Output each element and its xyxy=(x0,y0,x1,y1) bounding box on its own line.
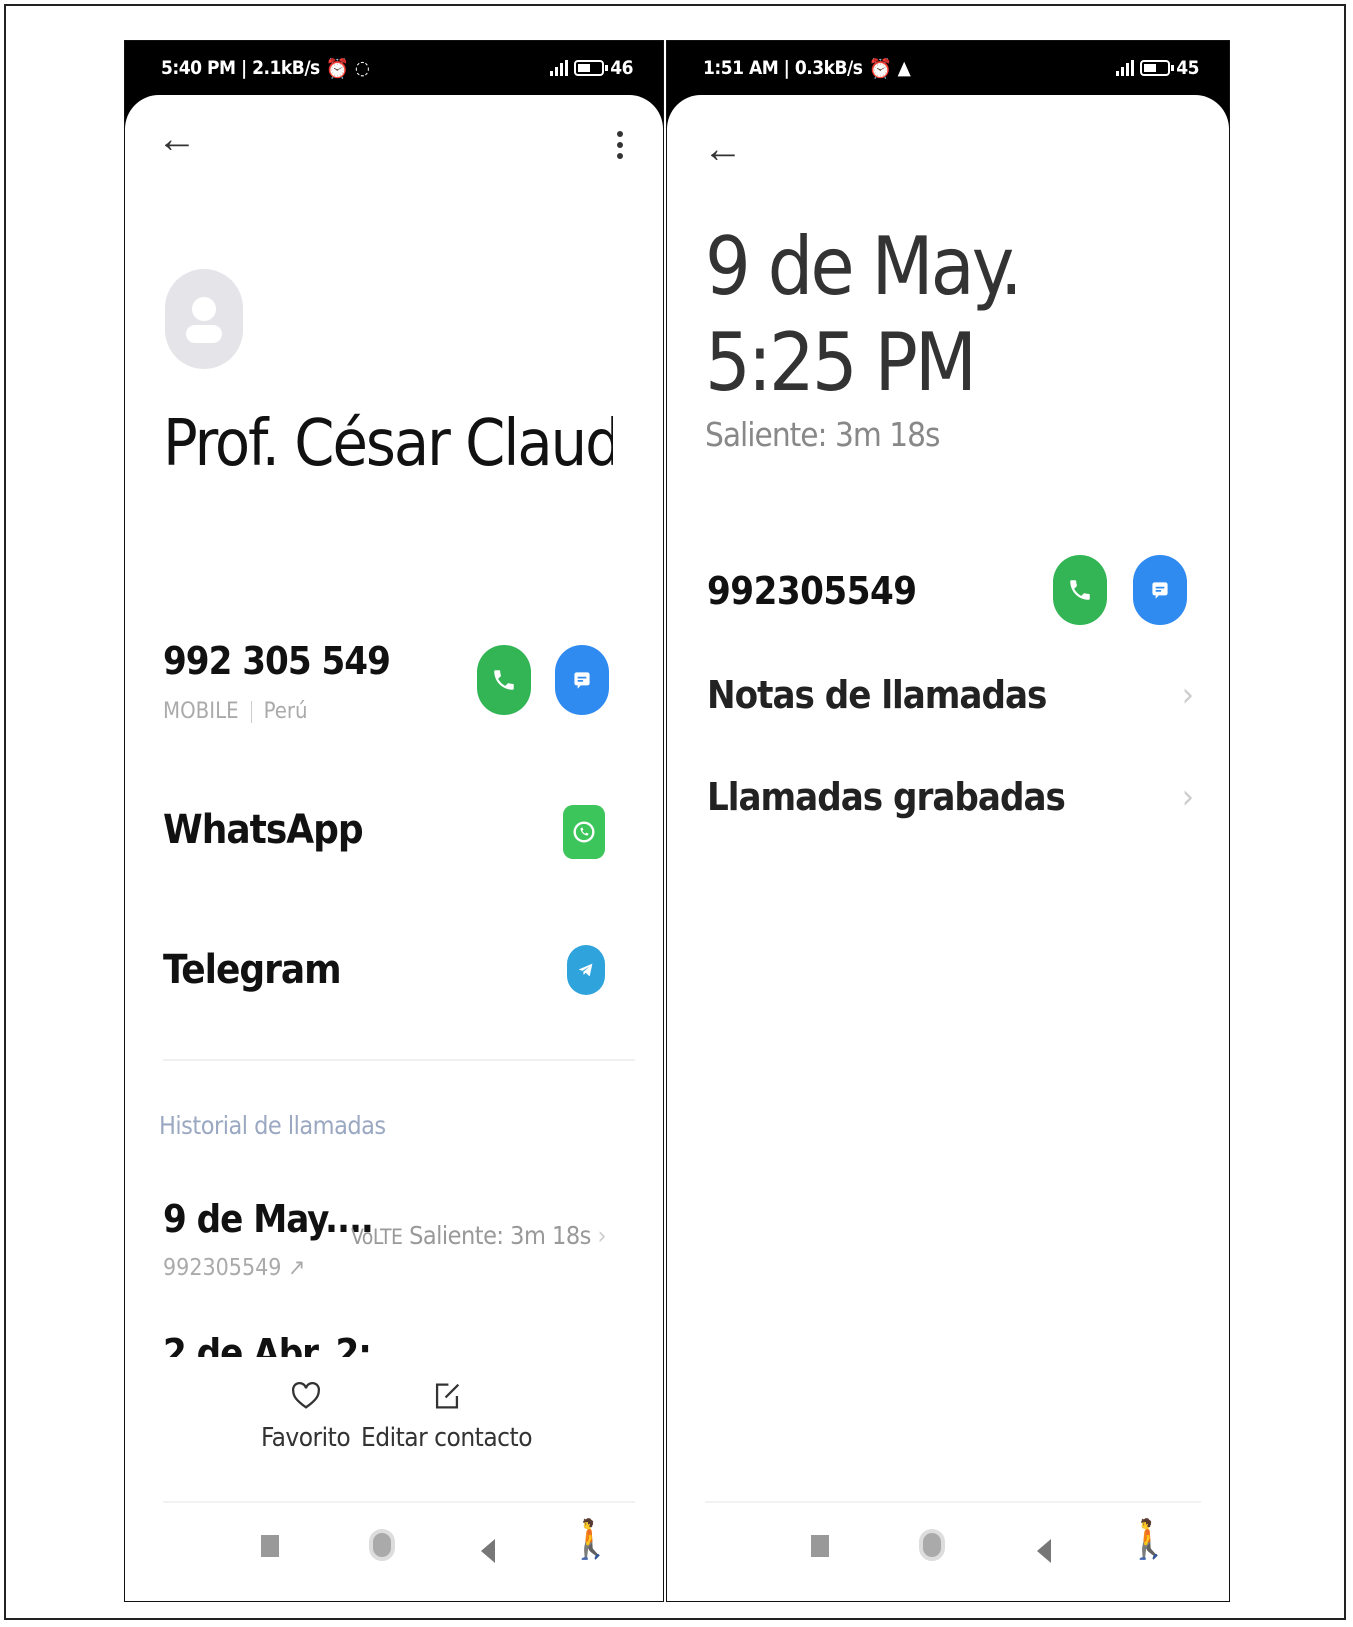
alarm-icon: ⏰ xyxy=(868,57,892,80)
edit-icon xyxy=(435,1383,459,1409)
nav-back-button[interactable] xyxy=(1037,1539,1051,1563)
message-button[interactable] xyxy=(555,645,609,715)
chevron-right-icon: › xyxy=(597,1221,607,1250)
notification-icon: ▲ xyxy=(897,57,911,79)
right-phone-screen: 1:51 AM | 0.3kB/s ⏰ ▲ 45 ← 9 de May. 5:2… xyxy=(666,40,1230,1602)
phone-region: Perú xyxy=(263,699,308,724)
back-button[interactable]: ← xyxy=(157,119,197,159)
phone-number[interactable]: 992 305 549 xyxy=(163,639,391,683)
favorite-label: Favorito xyxy=(261,1423,351,1453)
history-entry-date[interactable]: 9 de May.... xyxy=(163,1197,374,1241)
more-options-button[interactable] xyxy=(613,125,627,165)
home-button[interactable] xyxy=(369,1529,395,1561)
history-entry-date-partial[interactable]: 2 de Abr. 2: xyxy=(163,1331,371,1357)
heart-icon xyxy=(291,1381,320,1409)
accessibility-icon[interactable]: 🚶 xyxy=(567,1521,614,1559)
whatsapp-row-label[interactable]: WhatsApp xyxy=(163,807,364,853)
chevron-right-icon: › xyxy=(1181,777,1194,817)
message-icon xyxy=(574,672,590,689)
battery-icon xyxy=(1140,60,1175,76)
call-detail-screen: ← 9 de May. 5:25 PM Saliente: 3m 18s 992… xyxy=(667,95,1229,1601)
contact-name: Prof. César Claud xyxy=(163,407,613,481)
call-notes-row[interactable]: Notas de llamadas › xyxy=(707,673,1194,717)
message-icon xyxy=(1152,582,1168,599)
call-notes-label: Notas de llamadas xyxy=(707,673,1047,717)
nav-back-button[interactable] xyxy=(481,1539,495,1563)
navigation-bar: 🚶 xyxy=(667,1501,1229,1601)
contact-detail-screen: ← Prof. César Claud 992 305 549 MOBILE Pe… xyxy=(125,95,663,1601)
alarm-icon: ⏰ xyxy=(325,57,350,80)
recorded-calls-label: Llamadas grabadas xyxy=(707,775,1066,819)
status-bar: 1:51 AM | 0.3kB/s ⏰ ▲ 45 xyxy=(667,41,1229,95)
home-button[interactable] xyxy=(919,1529,945,1561)
signal-icon xyxy=(550,60,569,76)
call-type-duration: Saliente: 3m 18s xyxy=(705,415,940,454)
status-bar: 5:40 PM | 2.1kB/s ⏰ ◌ 46 xyxy=(125,41,663,95)
recents-button[interactable] xyxy=(261,1535,279,1557)
outgoing-arrow-icon: ↗ xyxy=(281,1255,306,1281)
whatsapp-icon[interactable] xyxy=(563,805,605,859)
chevron-right-icon: › xyxy=(1181,675,1194,715)
section-divider xyxy=(163,1059,635,1061)
favorite-button[interactable]: Favorito xyxy=(261,1379,351,1453)
phone-meta: MOBILE Perú xyxy=(163,699,308,724)
status-time: 5:40 PM | 2.1kB/s xyxy=(161,57,320,79)
volte-badge: VoLTE xyxy=(351,1225,403,1249)
left-phone-screen: 5:40 PM | 2.1kB/s ⏰ ◌ 46 ← Prof. César C… xyxy=(124,40,664,1602)
phone-icon xyxy=(494,670,514,690)
recorded-calls-row[interactable]: Llamadas grabadas › xyxy=(707,775,1194,819)
message-button[interactable] xyxy=(1133,555,1187,625)
history-entry-duration: Saliente: 3m 18s xyxy=(409,1221,591,1250)
battery-level: 46 xyxy=(610,57,633,79)
battery-level: 45 xyxy=(1176,57,1199,79)
whatsapp-notification-icon: ◌ xyxy=(354,57,370,79)
call-datetime: 9 de May. 5:25 PM xyxy=(705,220,1023,409)
phone-icon xyxy=(1070,580,1090,600)
recents-button[interactable] xyxy=(811,1535,829,1557)
avatar xyxy=(165,269,243,369)
call-button[interactable] xyxy=(1053,555,1107,625)
signal-icon xyxy=(1116,60,1135,76)
telegram-row-label[interactable]: Telegram xyxy=(163,947,342,993)
accessibility-icon[interactable]: 🚶 xyxy=(1125,1521,1172,1559)
history-entry-number: 992305549 ↗ xyxy=(163,1255,306,1281)
edit-contact-button[interactable]: Editar contacto xyxy=(361,1379,533,1453)
battery-icon xyxy=(574,60,609,76)
edit-contact-label: Editar contacto xyxy=(361,1423,533,1453)
phone-type: MOBILE xyxy=(163,699,239,724)
status-time: 1:51 AM | 0.3kB/s xyxy=(703,57,863,79)
history-entry-detail[interactable]: VoLTE Saliente: 3m 18s › xyxy=(351,1221,606,1250)
back-button[interactable]: ← xyxy=(703,129,743,169)
call-button[interactable] xyxy=(477,645,531,715)
telegram-icon[interactable] xyxy=(567,945,605,995)
navigation-bar: 🚶 xyxy=(125,1501,663,1601)
call-history-label: Historial de llamadas xyxy=(159,1111,386,1140)
phone-number[interactable]: 992305549 xyxy=(707,569,917,613)
